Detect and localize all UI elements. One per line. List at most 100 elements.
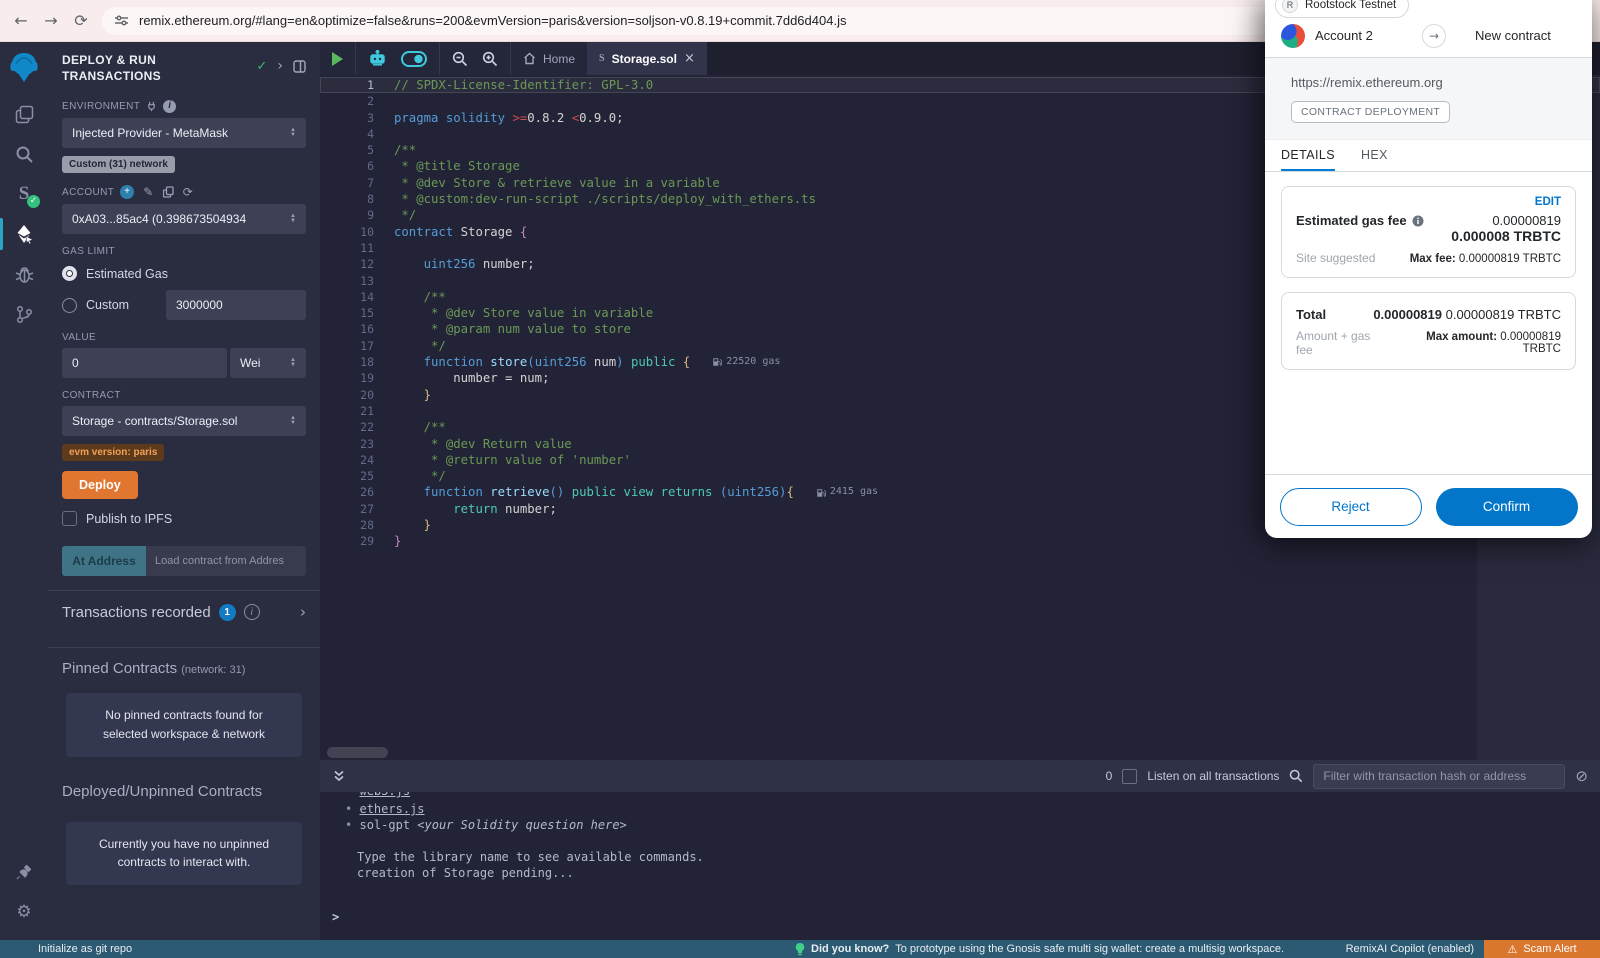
activity-bar: S ✓ ⚙ (0, 42, 48, 940)
recipient-label: New contract (1475, 28, 1551, 43)
site-settings-icon[interactable] (114, 13, 129, 28)
transactions-recorded-label: Transactions recorded (62, 604, 211, 621)
custom-gas-radio[interactable] (62, 298, 77, 313)
terminal-prompt[interactable]: > (332, 910, 339, 924)
deployed-empty-message: Currently you have no unpinned contracts… (66, 822, 302, 885)
collapse-terminal-icon[interactable] (332, 769, 346, 783)
status-bar: Initialize as git repo Did you know? To … (0, 940, 1600, 958)
transactions-info-icon[interactable]: i (244, 604, 260, 620)
run-script-group (320, 42, 356, 75)
copilot-status[interactable]: RemixAI Copilot (enabled) (1346, 943, 1474, 955)
line-number: 11 (320, 240, 374, 256)
solidity-compiler-icon[interactable]: S ✓ (0, 174, 48, 214)
deploy-run-icon[interactable] (0, 214, 48, 254)
value-unit-select[interactable]: Wei (230, 348, 306, 378)
line-number: 6 (320, 158, 374, 174)
edit-account-icon[interactable]: ✎ (143, 185, 153, 199)
ai-copilot-toggle-on[interactable] (401, 51, 427, 67)
tab-home[interactable]: Home (511, 42, 587, 75)
environment-info-icon[interactable]: i (163, 100, 176, 113)
tab-details[interactable]: DETAILS (1281, 140, 1335, 171)
publish-ipfs-checkbox[interactable] (62, 511, 77, 526)
line-number: 22 (320, 419, 374, 435)
settings-gear-icon[interactable]: ⚙ (0, 892, 48, 932)
line-number: 26 (320, 484, 374, 500)
contract-select[interactable]: Storage - contracts/Storage.sol (62, 406, 306, 436)
zoom-out-icon[interactable] (452, 51, 468, 67)
warning-icon: ⚠ (1507, 943, 1517, 956)
plug-icon (146, 101, 157, 112)
debugger-icon[interactable] (0, 254, 48, 294)
terminal-link-web3[interactable]: web3.js (359, 792, 410, 798)
terminal-filter-input[interactable] (1313, 764, 1565, 789)
zoom-in-icon[interactable] (482, 51, 498, 67)
refresh-account-icon[interactable]: ⟳ (183, 185, 193, 199)
gas-fee-label: Estimated gas fee (1296, 213, 1407, 228)
line-number: 7 (320, 175, 374, 191)
code-text: * @title Storage (394, 158, 520, 174)
tab-hex[interactable]: HEX (1361, 140, 1388, 171)
code-text: */ (394, 207, 416, 223)
metamask-footer: Reject Confirm (1265, 474, 1592, 538)
home-icon (523, 52, 536, 65)
at-address-input[interactable] (146, 546, 306, 576)
scam-alert-button[interactable]: ⚠ Scam Alert (1484, 940, 1600, 958)
close-tab-icon[interactable]: × (684, 51, 695, 66)
listen-all-checkbox[interactable] (1122, 769, 1137, 784)
plugin-manager-icon[interactable] (0, 852, 48, 892)
git-icon[interactable] (0, 294, 48, 334)
value-input[interactable] (62, 348, 227, 378)
search-icon[interactable] (0, 134, 48, 174)
site-suggested-label: Site suggested (1296, 251, 1375, 265)
deploy-button[interactable]: Deploy (62, 471, 138, 499)
transactions-recorded-row[interactable]: Transactions recorded 1 i › (62, 603, 306, 633)
deploy-run-panel: DEPLOY & RUN TRANSACTIONS ✓ › ENVIRONMEN… (48, 42, 320, 940)
ai-copilot-robot-icon[interactable] (368, 50, 387, 67)
at-address-button[interactable]: At Address (62, 546, 146, 576)
pin-panel-icon[interactable] (293, 60, 306, 73)
line-number: 14 (320, 289, 374, 305)
gas-fee-currency-value: 0.000008 TRBTC (1451, 228, 1561, 244)
code-text: return number; (394, 501, 557, 517)
back-icon[interactable]: ← (6, 11, 36, 30)
transactions-expand-icon[interactable]: › (300, 603, 306, 621)
url-text: remix.ethereum.org/#lang=en&optimize=fal… (139, 13, 846, 28)
clear-terminal-icon[interactable]: ⊘ (1575, 767, 1588, 785)
file-explorer-icon[interactable] (0, 94, 48, 134)
terminal-link-ethers[interactable]: ethers.js (359, 802, 424, 816)
line-number: 2 (320, 93, 374, 109)
reject-button[interactable]: Reject (1280, 488, 1422, 526)
panel-chevron-icon[interactable]: › (277, 58, 283, 74)
terminal-message: Type the library name to see available c… (320, 849, 1600, 865)
account-select[interactable]: 0xA03...85ac4 (0.398673504934 (62, 204, 306, 234)
zoom-group (440, 42, 511, 75)
estimated-gas-radio[interactable] (62, 266, 77, 281)
forward-icon[interactable]: → (36, 11, 66, 30)
custom-gas-input[interactable] (166, 290, 306, 320)
refresh-icon[interactable]: ⟳ (66, 11, 96, 30)
max-amount: Max amount: 0.00000819 TRBTC (1388, 331, 1561, 355)
line-number: 19 (320, 370, 374, 386)
remix-logo[interactable] (0, 42, 48, 94)
line-number: 21 (320, 403, 374, 419)
transactions-count-badge: 1 (219, 604, 236, 621)
edit-gas-link[interactable]: EDIT (1535, 196, 1561, 208)
confirm-button[interactable]: Confirm (1436, 488, 1578, 526)
code-text: /** (394, 419, 446, 435)
gas-fee-info-icon[interactable] (1412, 215, 1424, 227)
code-text: function store(uint256 num) public { (394, 354, 690, 370)
horizontal-scrollbar[interactable] (327, 747, 388, 758)
git-init-button[interactable]: Initialize as git repo (38, 943, 132, 955)
ai-group (356, 42, 440, 75)
copy-account-icon[interactable] (163, 186, 174, 198)
add-account-icon[interactable]: + (120, 185, 134, 199)
terminal-output[interactable]: • web3.js • ethers.js • sol-gpt <your So… (320, 792, 1600, 940)
line-number: 25 (320, 468, 374, 484)
run-script-icon[interactable] (332, 52, 343, 66)
line-number: 4 (320, 126, 374, 142)
tab-storage-sol[interactable]: S Storage.sol × (587, 42, 707, 75)
value-input-field[interactable] (72, 356, 217, 370)
environment-select[interactable]: Injected Provider - MetaMask (62, 118, 306, 148)
total-label: Total (1296, 307, 1326, 322)
contract-label: CONTRACT (62, 390, 306, 401)
